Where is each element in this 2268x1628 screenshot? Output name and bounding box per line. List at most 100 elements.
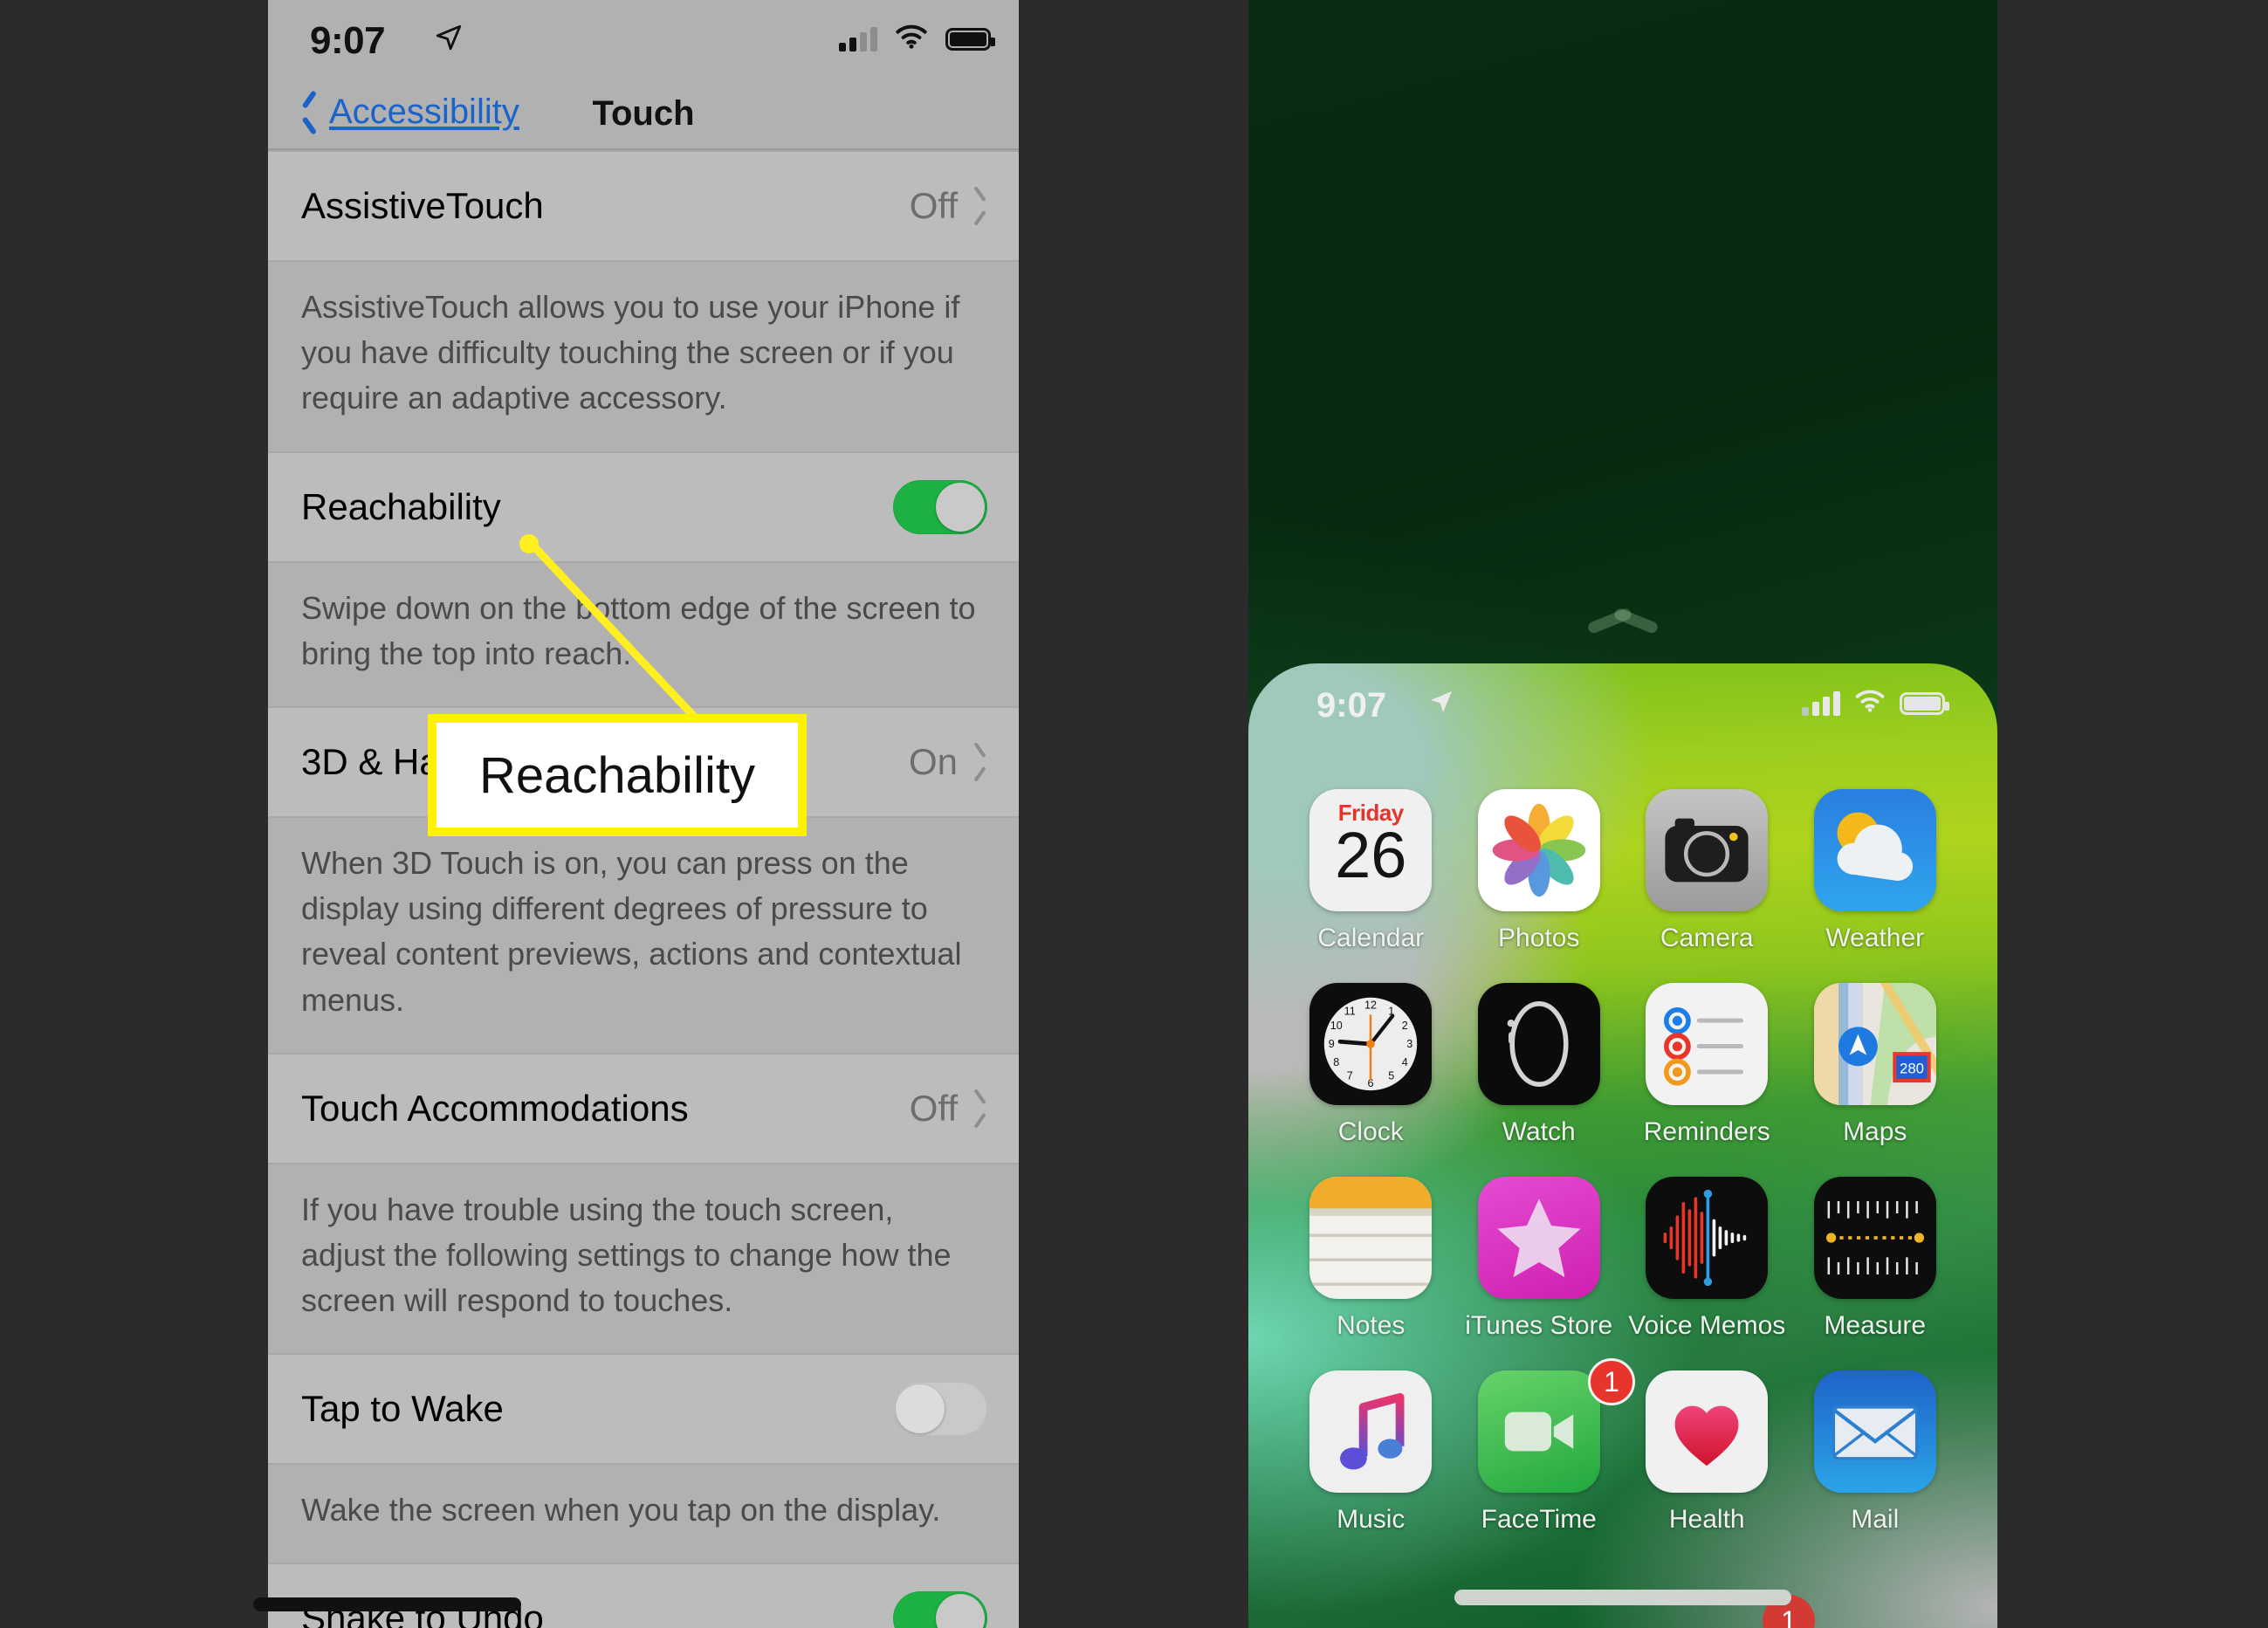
app-icon-music[interactable]: Music — [1287, 1370, 1455, 1535]
home-indicator[interactable] — [1454, 1590, 1791, 1605]
clock-icon: 12 1 2 345 678 9 10 11 — [1309, 983, 1433, 1105]
app-icon-itunes-store[interactable]: iTunes Store — [1455, 1177, 1624, 1341]
tap-to-wake-toggle[interactable] — [893, 1382, 987, 1437]
svg-text:10: 10 — [1330, 1020, 1343, 1032]
row-description-tap-to-wake: Wake the screen when you tap on the disp… — [268, 1463, 1019, 1563]
chevron-right-icon — [973, 193, 987, 219]
app-label: FaceTime — [1481, 1505, 1597, 1534]
settings-row-assistivetouch[interactable]: AssistiveTouch Off — [268, 150, 1019, 260]
reminders-icon — [1646, 983, 1769, 1105]
app-label: Music — [1337, 1505, 1405, 1534]
app-icon-grid: Friday 26 Calendar Photos Camera Weather… — [1248, 744, 1997, 1535]
mail-icon — [1813, 1370, 1936, 1493]
chevron-right-icon — [973, 1096, 987, 1122]
row-accessory — [893, 453, 987, 561]
voice-memos-icon — [1646, 1177, 1769, 1299]
app-icon-health[interactable]: Health — [1623, 1370, 1791, 1535]
app-label: Measure — [1824, 1311, 1927, 1340]
app-label: iTunes Store — [1465, 1311, 1613, 1340]
row-accessory — [893, 1355, 987, 1463]
svg-text:7: 7 — [1347, 1070, 1353, 1082]
app-icon-calendar[interactable]: Friday 26 Calendar — [1287, 789, 1455, 953]
svg-text:280: 280 — [1900, 1061, 1924, 1077]
app-label: Calendar — [1317, 924, 1425, 952]
callout-label-box: Reachability — [428, 714, 807, 836]
row-accessory — [893, 1564, 987, 1628]
battery-icon — [1900, 691, 1949, 715]
app-icon-facetime[interactable]: 1 FaceTime — [1455, 1358, 1635, 1535]
row-description-touch-accommodations: If you have trouble using the touch scre… — [268, 1162, 1019, 1354]
app-icon-reminders[interactable]: Reminders — [1623, 983, 1791, 1147]
weather-icon — [1813, 789, 1936, 911]
reachability-pulled-home-screen: 9:07 Friday 26 Calendar Photos Camera We… — [1248, 663, 1997, 1628]
app-icon-weather[interactable]: Weather — [1791, 789, 1960, 953]
svg-text:5: 5 — [1389, 1070, 1395, 1082]
row-description-reachability: Swipe down on the bottom edge of the scr… — [268, 560, 1019, 706]
app-label: Mail — [1851, 1505, 1900, 1534]
settings-row-reachability[interactable]: Reachability — [268, 450, 1019, 561]
app-label: Photos — [1498, 924, 1580, 952]
app-label: Maps — [1843, 1117, 1907, 1146]
toggle-knob — [896, 1384, 945, 1434]
home-status-bar: 9:07 — [1248, 663, 1997, 744]
watch-icon — [1477, 983, 1600, 1105]
row-accessory: On — [909, 708, 987, 816]
app-label: Clock — [1337, 1117, 1404, 1146]
notes-icon — [1309, 1177, 1433, 1299]
location-arrow-icon — [1427, 688, 1455, 720]
wifi-icon — [895, 24, 928, 53]
app-icon-photos[interactable]: Photos — [1455, 789, 1624, 953]
row-accessory: Off — [910, 152, 987, 260]
settings-row-tap-to-wake[interactable]: Tap to Wake — [268, 1353, 1019, 1464]
app-label: Weather — [1825, 924, 1925, 952]
wifi-icon — [1854, 690, 1886, 717]
svg-text:9: 9 — [1329, 1038, 1335, 1050]
camera-icon — [1646, 789, 1769, 911]
row-label: Tap to Wake — [301, 1388, 504, 1430]
status-bar-time: 9:07 — [310, 19, 386, 62]
calendar-icon: Friday 26 — [1309, 789, 1433, 911]
reachability-toggle[interactable] — [893, 479, 987, 534]
app-icon-voice-memos[interactable]: Voice Memos — [1623, 1177, 1791, 1341]
row-description-assistivetouch: AssistiveTouch allows you to use your iP… — [268, 260, 1019, 451]
scroll-progress-bar[interactable] — [253, 1597, 521, 1611]
row-label: Touch Accommodations — [301, 1087, 689, 1129]
app-label: Notes — [1337, 1311, 1405, 1340]
app-icon-mail[interactable]: Mail — [1791, 1370, 1960, 1535]
screenshot-root: 9:07 Accessibility Touch AssistiveTouch … — [0, 0, 2268, 1628]
chevron-up-icon — [1585, 600, 1660, 622]
home-status-time: 9:07 — [1316, 686, 1387, 725]
app-icon-clock[interactable]: 12 1 2 345 678 9 10 11 Clock — [1287, 983, 1455, 1147]
app-label: Health — [1668, 1505, 1745, 1534]
app-icon-measure[interactable]: Measure — [1791, 1177, 1960, 1341]
app-icon-watch[interactable]: Watch — [1455, 983, 1624, 1147]
row-value: On — [908, 740, 958, 782]
chevron-right-icon — [973, 749, 987, 775]
home-status-indicators — [1802, 690, 1949, 717]
settings-row-shake-to-undo[interactable]: Shake to Undo — [268, 1563, 1019, 1628]
cellular-signal-icon — [839, 26, 877, 52]
settings-list: AssistiveTouch Off AssistiveTouch allows… — [268, 150, 1019, 1628]
svg-text:11: 11 — [1344, 1005, 1356, 1017]
toggle-knob — [936, 1594, 985, 1628]
app-label: Voice Memos — [1628, 1311, 1786, 1340]
facetime-badge: 1 — [1588, 1358, 1635, 1405]
calendar-day-number: 26 — [1335, 819, 1407, 891]
svg-text:4: 4 — [1402, 1056, 1408, 1068]
facetime-icon — [1477, 1370, 1600, 1493]
toggle-knob — [936, 482, 985, 532]
page-title: Touch — [592, 94, 695, 133]
navigation-bar: Accessibility Touch — [268, 80, 1019, 150]
row-value: Off — [909, 185, 958, 226]
battery-icon — [945, 27, 995, 51]
svg-text:2: 2 — [1402, 1020, 1408, 1032]
shake-to-undo-toggle[interactable] — [893, 1591, 987, 1628]
status-bar: 9:07 — [268, 0, 1019, 80]
settings-row-touch-accommodations[interactable]: Touch Accommodations Off — [268, 1052, 1019, 1163]
app-icon-camera[interactable]: Camera — [1623, 789, 1791, 953]
photos-icon — [1477, 789, 1600, 911]
app-icon-maps[interactable]: 280 Maps — [1791, 983, 1960, 1147]
app-icon-notes[interactable]: Notes — [1287, 1177, 1455, 1341]
svg-text:3: 3 — [1407, 1038, 1413, 1050]
iphone-home-screen-panel: 9:07 Friday 26 Calendar Photos Camera We… — [1248, 0, 1997, 1628]
